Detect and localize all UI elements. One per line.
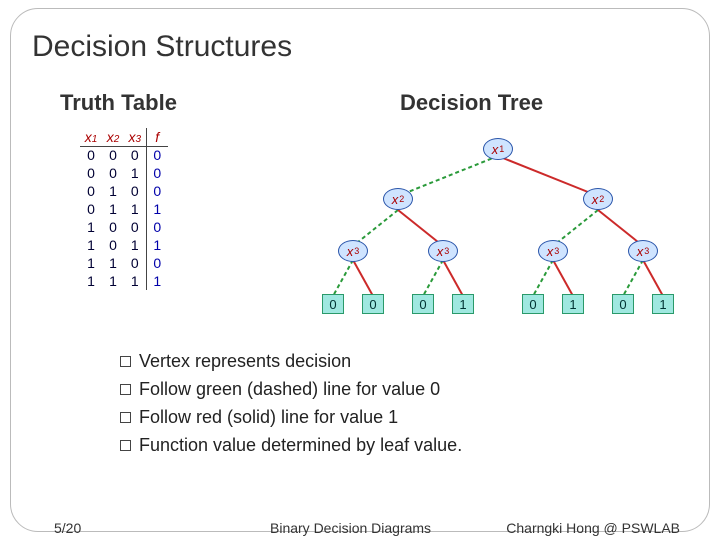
- truth-table: x1 x2 x3 f 00000010010001111000101111001…: [80, 128, 168, 290]
- tt-cell: 1: [124, 164, 146, 182]
- tt-cell: 0: [102, 146, 124, 164]
- tt-cell: 1: [124, 236, 146, 254]
- tree-node-x1: x1: [483, 138, 513, 160]
- tree-node-x3: x3: [338, 240, 368, 262]
- footer-author: Charngki Hong @ PSWLAB: [506, 520, 680, 536]
- bullet-text: Follow green (dashed) line for value 0: [139, 376, 440, 404]
- tt-cell: 1: [146, 200, 168, 218]
- tree-node-x2: x2: [583, 188, 613, 210]
- checkbox-icon: [120, 412, 131, 423]
- tt-cell: 0: [80, 200, 102, 218]
- bullet-item: Follow green (dashed) line for value 0: [120, 376, 462, 404]
- tree-leaf: 1: [652, 294, 674, 314]
- tt-cell: 1: [124, 272, 146, 290]
- slide-title: Decision Structures: [32, 30, 292, 64]
- th-x2: x2: [102, 128, 124, 146]
- tree-node-x3: x3: [428, 240, 458, 262]
- tt-cell: 0: [80, 164, 102, 182]
- tt-cell: 0: [124, 182, 146, 200]
- page-number: 5/20: [54, 520, 81, 536]
- subhead-decision-tree: Decision Tree: [400, 90, 543, 116]
- tt-cell: 0: [146, 182, 168, 200]
- tt-cell: 0: [124, 146, 146, 164]
- tree-node-x3: x3: [538, 240, 568, 262]
- tt-cell: 1: [102, 272, 124, 290]
- tt-cell: 0: [146, 254, 168, 272]
- bullet-item: Follow red (solid) line for value 1: [120, 404, 462, 432]
- tree-leaf: 0: [362, 294, 384, 314]
- tt-cell: 0: [146, 218, 168, 236]
- tt-cell: 0: [80, 182, 102, 200]
- tt-cell: 1: [80, 218, 102, 236]
- tree-leaf: 0: [612, 294, 634, 314]
- tt-cell: 0: [124, 218, 146, 236]
- checkbox-icon: [120, 384, 131, 395]
- th-x1: x1: [80, 128, 102, 146]
- tree-leaf: 1: [562, 294, 584, 314]
- tt-cell: 1: [102, 182, 124, 200]
- tt-cell: 1: [80, 236, 102, 254]
- tree-leaf: 0: [412, 294, 434, 314]
- checkbox-icon: [120, 356, 131, 367]
- tt-cell: 1: [80, 254, 102, 272]
- bullet-text: Function value determined by leaf value.: [139, 432, 462, 460]
- tt-cell: 0: [102, 164, 124, 182]
- tt-cell: 0: [146, 146, 168, 164]
- tt-cell: 1: [102, 254, 124, 272]
- tree-leaf: 0: [522, 294, 544, 314]
- tree-leaf: 0: [322, 294, 344, 314]
- decision-tree: x1 x2 x2 x3 x3 x3 x3 00010101: [298, 128, 702, 328]
- tt-cell: 0: [102, 218, 124, 236]
- th-x3: x3: [124, 128, 146, 146]
- tt-cell: 1: [102, 200, 124, 218]
- footer-center: Binary Decision Diagrams: [270, 520, 431, 536]
- tt-cell: 0: [124, 254, 146, 272]
- bullet-item: Function value determined by leaf value.: [120, 432, 462, 460]
- tt-cell: 0: [102, 236, 124, 254]
- tree-node-x3: x3: [628, 240, 658, 262]
- tree-node-x2: x2: [383, 188, 413, 210]
- subhead-truth-table: Truth Table: [60, 90, 177, 116]
- tt-cell: 1: [124, 200, 146, 218]
- checkbox-icon: [120, 440, 131, 451]
- bullet-text: Follow red (solid) line for value 1: [139, 404, 398, 432]
- th-f: f: [146, 128, 168, 146]
- tt-cell: 1: [80, 272, 102, 290]
- tt-cell: 1: [146, 272, 168, 290]
- tt-cell: 0: [80, 146, 102, 164]
- bullet-item: Vertex represents decision: [120, 348, 462, 376]
- tt-cell: 0: [146, 164, 168, 182]
- tt-cell: 1: [146, 236, 168, 254]
- bullet-list: Vertex represents decision Follow green …: [120, 348, 462, 460]
- tree-leaf: 1: [452, 294, 474, 314]
- bullet-text: Vertex represents decision: [139, 348, 351, 376]
